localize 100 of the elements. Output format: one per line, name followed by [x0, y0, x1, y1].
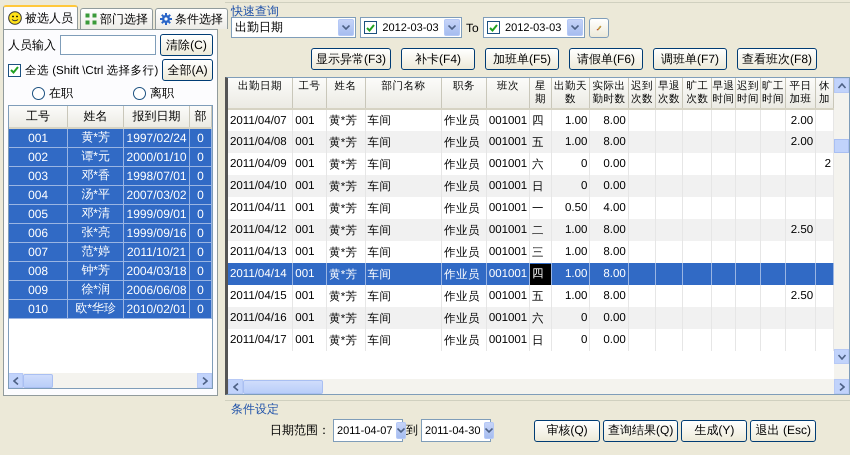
table-row[interactable]: 2011/04/17 001 黄*芳 车间 作业员 001001 日 0 0.00	[228, 329, 834, 351]
radio-button[interactable]	[133, 86, 146, 100]
table-cell	[682, 307, 712, 329]
table-row[interactable]: 003 邓*香 1998/07/01 0	[9, 166, 212, 185]
table-cell: 车间	[365, 175, 442, 197]
table-row[interactable]: 004 汤*平 2007/03/02 0	[9, 185, 212, 204]
date-picker[interactable]: 2012-03-03	[482, 17, 585, 38]
column-header[interactable]: 部门名称	[365, 78, 442, 109]
table-row[interactable]: 005 邓*清 1999/09/01 0	[9, 204, 212, 223]
table-cell: 0	[190, 204, 212, 223]
scrollbar-thumb[interactable]	[243, 380, 323, 394]
date-picker[interactable]: 2011-04-07	[333, 419, 403, 442]
date-picker[interactable]: 2011-04-30	[421, 419, 491, 442]
field-dropdown[interactable]: 出勤日期	[231, 17, 356, 38]
column-header[interactable]: 休加	[816, 78, 834, 109]
table-cell: 001	[292, 219, 326, 241]
table-cell: 0	[190, 261, 212, 280]
action-button[interactable]: 加班单(F5)	[485, 48, 559, 70]
table-row[interactable]: 010 欧*华珍 2010/02/01 0	[9, 299, 212, 318]
column-header[interactable]: 迟到次数	[628, 78, 656, 109]
tab[interactable]: 条件选择	[155, 8, 228, 29]
column-header[interactable]: 出勤日期	[228, 78, 293, 109]
table-row[interactable]: 001 黄*芳 1997/02/24 0	[9, 128, 212, 147]
person-input[interactable]	[60, 35, 156, 55]
table-cell: 五	[530, 131, 552, 153]
radio-button[interactable]	[32, 86, 45, 100]
date-picker[interactable]: 2012-03-03	[360, 17, 462, 38]
table-cell: 008	[9, 261, 68, 280]
column-header[interactable]: 姓名	[68, 106, 124, 128]
table-cell: 钟*芳	[68, 261, 124, 280]
table-row[interactable]: 2011/04/12 001 黄*芳 车间 作业员 001001 二 1.00 8.00 2.50	[228, 219, 834, 241]
radio-label: 在职	[49, 86, 73, 100]
table-cell: 003	[9, 166, 68, 185]
action-button[interactable]: 退出 (Esc)	[750, 420, 816, 442]
table-cell: 001	[292, 175, 326, 197]
table-row[interactable]: 008 钟*芳 2004/03/18 0	[9, 261, 212, 280]
table-cell: 作业员	[442, 131, 486, 153]
scrollbar-thumb[interactable]	[834, 139, 849, 153]
horizontal-scrollbar[interactable]	[9, 373, 212, 388]
arrow-up-icon	[838, 82, 846, 88]
table-cell: 2007/03/02	[124, 185, 190, 204]
clear-button[interactable]: 清除(C)	[160, 34, 213, 56]
column-header[interactable]: 部	[190, 106, 212, 128]
action-button[interactable]: 调班单(F7)	[653, 48, 727, 70]
tab[interactable]: 被选人员	[3, 5, 78, 29]
table-cell: 8.00	[590, 263, 628, 285]
column-header[interactable]: 工号	[292, 78, 326, 109]
rocket-button[interactable]	[588, 18, 609, 38]
table-cell: 2010/02/01	[124, 299, 190, 318]
table-cell: 汤*平	[68, 185, 124, 204]
action-button[interactable]: 请假单(F6)	[569, 48, 643, 70]
horizontal-scrollbar[interactable]	[228, 379, 849, 394]
table-row[interactable]: 009 徐*润 2006/06/08 0	[9, 280, 212, 299]
table-cell: 004	[9, 185, 68, 204]
column-header[interactable]: 职务	[442, 78, 486, 109]
table-cell: 黄*芳	[326, 131, 366, 153]
column-header[interactable]: 星期	[530, 78, 552, 109]
table-cell: 8.00	[590, 131, 628, 153]
table-cell: 8.00	[590, 219, 628, 241]
table-row[interactable]: 002 谭*元 2000/01/10 0	[9, 147, 212, 166]
column-header[interactable]: 平日加班	[786, 78, 816, 109]
column-header[interactable]: 旷工时间	[760, 78, 786, 109]
table-cell: 谭*元	[68, 147, 124, 166]
action-button[interactable]: 查询结果(Q)	[603, 420, 678, 442]
action-button[interactable]: 生成(Y)	[681, 420, 748, 442]
select-all-checkbox[interactable]	[8, 64, 21, 76]
table-row[interactable]: 2011/04/16 001 黄*芳 车间 作业员 001001 六 0 0.00	[228, 307, 834, 329]
scrollbar-thumb[interactable]	[23, 374, 53, 388]
table-row[interactable]: 2011/04/08 001 黄*芳 车间 作业员 001001 五 1.00 8.00 2.00	[228, 131, 834, 153]
action-button[interactable]: 查看班次(F8)	[737, 48, 817, 70]
table-cell: 邓*清	[68, 204, 124, 223]
column-header[interactable]: 实际出勤时数	[590, 78, 628, 109]
table-cell: 2000/01/10	[124, 147, 190, 166]
field-label: 人员输入	[8, 36, 56, 54]
action-button[interactable]: 补卡(F4)	[401, 48, 475, 70]
column-header[interactable]: 出勤天数	[551, 78, 590, 109]
tab[interactable]: 部门选择	[80, 8, 153, 29]
column-header[interactable]: 报到日期	[124, 106, 190, 128]
select-all-button[interactable]: 全部(A)	[162, 59, 213, 81]
column-header[interactable]: 旷工次数	[682, 78, 712, 109]
column-header[interactable]: 早退次数	[656, 78, 683, 109]
column-header[interactable]: 班次	[486, 78, 530, 109]
table-cell	[816, 263, 834, 285]
column-header[interactable]: 迟到时间	[735, 78, 761, 109]
table-cell: 2011/04/08	[228, 131, 293, 153]
date-checkbox[interactable]	[486, 21, 500, 34]
table-row[interactable]: 007 范*婷 2011/10/21 0	[9, 242, 212, 261]
date-checkbox[interactable]	[364, 21, 377, 34]
table-row[interactable]: 2011/04/14 001 黄*芳 车间 作业员 001001 四 1.00 8.00	[228, 263, 834, 285]
column-header[interactable]: 早退时间	[712, 78, 736, 109]
vertical-scrollbar[interactable]	[834, 78, 849, 379]
table-cell: 001	[292, 329, 326, 351]
table-cell: 2.00	[786, 131, 816, 153]
column-header[interactable]: 姓名	[326, 78, 366, 109]
column-header[interactable]: 工号	[9, 106, 68, 128]
table-row[interactable]: 2011/04/10 001 黄*芳 车间 作业员 001001 日 0 0.00	[228, 175, 834, 197]
table-row[interactable]: 006 张*亮 1999/09/16 0	[9, 223, 212, 242]
action-button[interactable]: 审核(Q)	[534, 420, 600, 442]
table-cell: 黄*芳	[326, 307, 366, 329]
action-button[interactable]: 显示异常(F3)	[311, 48, 391, 70]
